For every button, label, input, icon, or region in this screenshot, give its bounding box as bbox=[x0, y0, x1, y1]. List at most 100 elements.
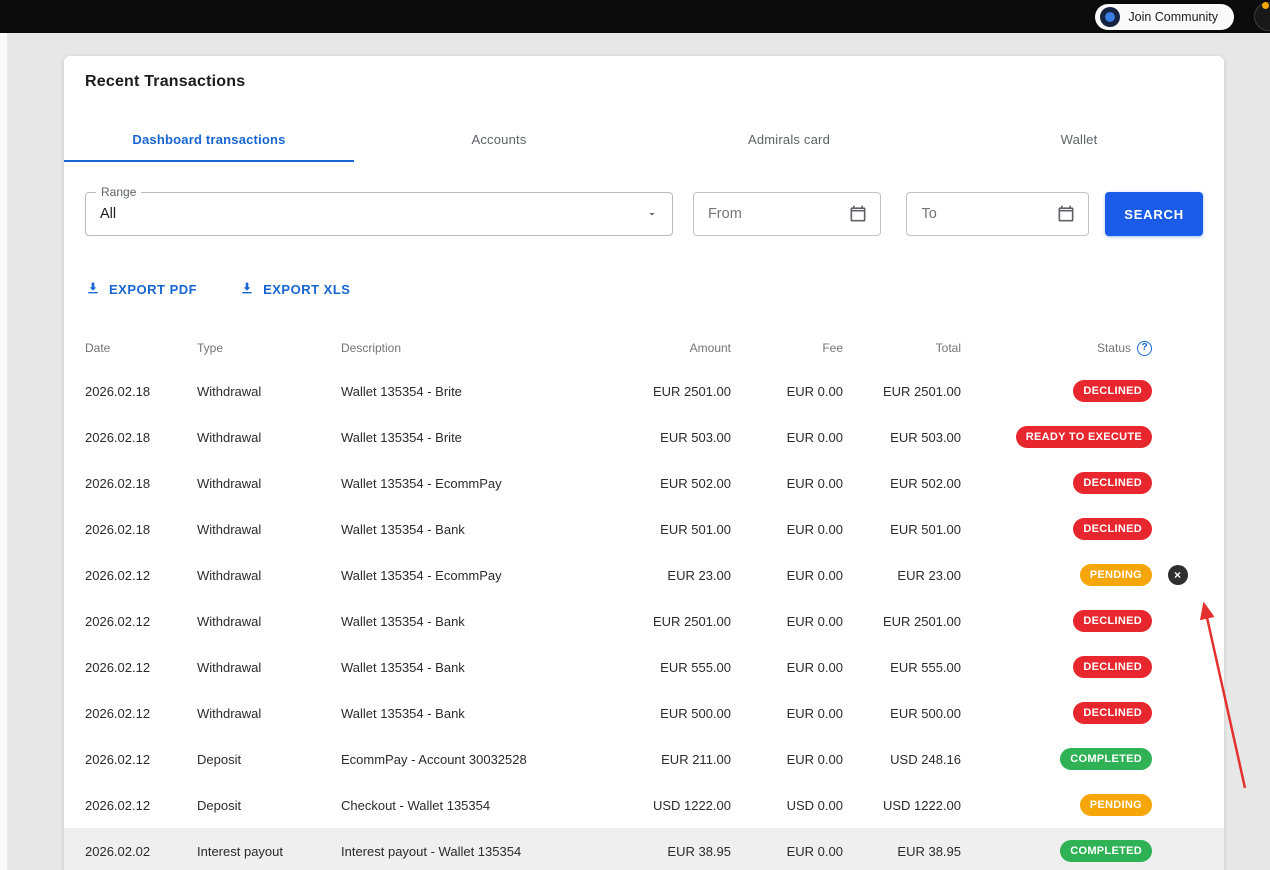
header-date: Date bbox=[85, 341, 111, 355]
tab-accounts[interactable]: Accounts bbox=[354, 118, 644, 162]
cell-fee: EUR 0.00 bbox=[786, 705, 843, 721]
cell-type: Interest payout bbox=[197, 843, 283, 859]
user-avatar[interactable] bbox=[1254, 2, 1270, 31]
cell-total: EUR 501.00 bbox=[890, 521, 961, 537]
cell-fee: EUR 0.00 bbox=[786, 843, 843, 859]
cell-type: Withdrawal bbox=[197, 567, 262, 583]
tab-wallet[interactable]: Wallet bbox=[934, 118, 1224, 162]
table-row: 2026.02.18 Withdrawal Wallet 135354 - Ec… bbox=[64, 460, 1224, 506]
top-bar: Join Community bbox=[0, 0, 1270, 33]
status-badge: COMPLETED bbox=[1060, 748, 1152, 770]
cell-total: USD 248.16 bbox=[890, 751, 961, 767]
table-row: 2026.02.18 Withdrawal Wallet 135354 - Ba… bbox=[64, 506, 1224, 552]
range-select-label: Range bbox=[96, 185, 142, 199]
community-icon bbox=[1100, 6, 1121, 27]
header-type: Type bbox=[197, 341, 224, 355]
from-date-placeholder: From bbox=[707, 206, 742, 222]
cell-fee: EUR 0.00 bbox=[786, 383, 843, 399]
header-fee: Fee bbox=[822, 341, 843, 355]
cell-amount: EUR 2501.00 bbox=[652, 383, 731, 399]
table-row: 2026.02.18 Withdrawal Wallet 135354 - Br… bbox=[64, 414, 1224, 460]
cell-date: 2026.02.18 bbox=[85, 383, 151, 399]
cell-amount: USD 1222.00 bbox=[652, 797, 731, 813]
table-row: 2026.02.12 Withdrawal Wallet 135354 - Ba… bbox=[64, 644, 1224, 690]
tab-bar: Dashboard transactions Accounts Admirals… bbox=[64, 118, 1224, 162]
header-total: Total bbox=[935, 341, 961, 355]
tab-dashboard-transactions[interactable]: Dashboard transactions bbox=[64, 118, 354, 162]
table-row: 2026.02.12 Withdrawal Wallet 135354 - Ec… bbox=[64, 552, 1224, 598]
export-pdf-label: EXPORT PDF bbox=[109, 281, 198, 297]
calendar-icon[interactable] bbox=[1056, 204, 1076, 224]
range-select[interactable]: Range All bbox=[85, 185, 673, 236]
cell-type: Withdrawal bbox=[197, 429, 262, 445]
export-xls-label: EXPORT XLS bbox=[263, 281, 351, 297]
left-edge-panel bbox=[0, 33, 7, 870]
cell-total: EUR 555.00 bbox=[890, 659, 961, 675]
chevron-down-icon bbox=[646, 208, 658, 220]
cell-date: 2026.02.12 bbox=[85, 613, 151, 629]
recent-transactions-card: Recent Transactions Dashboard transactio… bbox=[64, 56, 1224, 870]
cell-description: Wallet 135354 - EcommPay bbox=[341, 475, 502, 491]
cell-total: EUR 2501.00 bbox=[882, 613, 961, 629]
cell-description: EcommPay - Account 30032528 bbox=[341, 751, 527, 767]
status-badge: DECLINED bbox=[1073, 518, 1152, 540]
notification-dot bbox=[1262, 2, 1269, 9]
calendar-icon[interactable] bbox=[848, 204, 868, 224]
cell-fee: EUR 0.00 bbox=[786, 475, 843, 491]
cell-date: 2026.02.12 bbox=[85, 659, 151, 675]
cell-fee: USD 0.00 bbox=[786, 797, 843, 813]
status-badge: DECLINED bbox=[1073, 702, 1152, 724]
download-icon bbox=[239, 280, 255, 299]
download-icon bbox=[85, 280, 101, 299]
page-title: Recent Transactions bbox=[85, 73, 246, 90]
export-pdf-button[interactable]: EXPORT PDF bbox=[85, 280, 197, 298]
transactions-table: Date Type Description Amount Fee Total S… bbox=[64, 328, 1224, 870]
table-row: 2026.02.18 Withdrawal Wallet 135354 - Br… bbox=[64, 368, 1224, 414]
status-badge: READY TO EXECUTE bbox=[1015, 426, 1152, 448]
to-date-input[interactable]: To bbox=[906, 192, 1090, 236]
cell-amount: EUR 211.00 bbox=[661, 751, 731, 767]
cell-fee: EUR 0.00 bbox=[786, 613, 843, 629]
cell-date: 2026.02.18 bbox=[85, 521, 151, 537]
header-description: Description bbox=[341, 341, 402, 355]
cell-total: EUR 502.00 bbox=[890, 475, 961, 491]
join-community-label: Join Community bbox=[1128, 9, 1218, 24]
table-row: 2026.02.12 Deposit Checkout - Wallet 135… bbox=[64, 782, 1224, 828]
status-badge: PENDING bbox=[1079, 564, 1152, 586]
cell-amount: EUR 2501.00 bbox=[652, 613, 731, 629]
cell-description: Wallet 135354 - Bank bbox=[341, 659, 465, 675]
search-button[interactable]: SEARCH bbox=[1105, 192, 1204, 236]
table-header-row: Date Type Description Amount Fee Total S… bbox=[64, 328, 1224, 368]
cell-description: Checkout - Wallet 135354 bbox=[341, 797, 491, 813]
status-badge: PENDING bbox=[1079, 794, 1152, 816]
table-body: 2026.02.18 Withdrawal Wallet 135354 - Br… bbox=[64, 368, 1224, 870]
table-row: 2026.02.02 Interest payout Interest payo… bbox=[64, 828, 1224, 870]
status-help-icon[interactable]: ? bbox=[1137, 340, 1152, 356]
table-row: 2026.02.12 Deposit EcommPay - Account 30… bbox=[64, 736, 1224, 782]
cell-amount: EUR 555.00 bbox=[660, 659, 731, 675]
cell-amount: EUR 501.00 bbox=[660, 521, 731, 537]
cell-total: EUR 38.95 bbox=[897, 843, 961, 859]
cell-total: EUR 500.00 bbox=[890, 705, 961, 721]
cell-total: EUR 2501.00 bbox=[882, 383, 961, 399]
cell-type: Withdrawal bbox=[197, 659, 262, 675]
cell-fee: EUR 0.00 bbox=[786, 751, 843, 767]
from-date-input[interactable]: From bbox=[692, 192, 882, 236]
cell-amount: EUR 38.95 bbox=[667, 843, 731, 859]
cell-description: Wallet 135354 - Brite bbox=[341, 429, 462, 445]
status-badge: DECLINED bbox=[1073, 610, 1152, 632]
cell-description: Wallet 135354 - Bank bbox=[341, 613, 465, 629]
to-date-placeholder: To bbox=[921, 206, 937, 222]
cell-amount: EUR 502.00 bbox=[660, 475, 731, 491]
cancel-transaction-button[interactable]: × bbox=[1167, 565, 1188, 585]
cell-fee: EUR 0.00 bbox=[786, 567, 843, 583]
join-community-button[interactable]: Join Community bbox=[1095, 3, 1234, 30]
tab-admirals-card[interactable]: Admirals card bbox=[644, 118, 934, 162]
cell-type: Withdrawal bbox=[197, 475, 262, 491]
export-xls-button[interactable]: EXPORT XLS bbox=[239, 280, 350, 298]
range-select-value: All bbox=[100, 206, 117, 222]
cell-total: EUR 503.00 bbox=[890, 429, 961, 445]
filter-bar: Range All From To SEARCH bbox=[85, 185, 1204, 236]
status-badge: DECLINED bbox=[1073, 380, 1152, 402]
cell-description: Wallet 135354 - Brite bbox=[341, 383, 462, 399]
